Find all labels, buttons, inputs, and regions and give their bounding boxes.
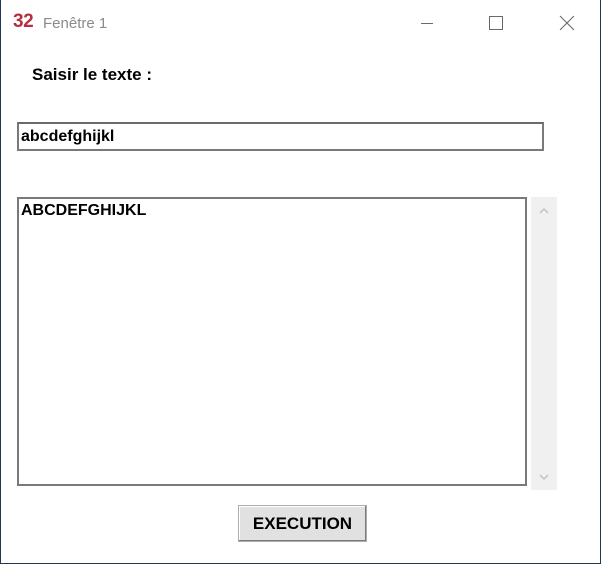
close-icon <box>559 15 575 31</box>
scroll-up-button[interactable] <box>531 199 557 221</box>
chevron-down-icon <box>539 474 549 481</box>
minimize-button[interactable] <box>404 0 450 46</box>
minimize-icon <box>421 23 433 24</box>
text-input[interactable] <box>17 122 544 151</box>
window-title: Fenêtre 1 <box>43 15 108 32</box>
chevron-up-icon <box>539 207 549 214</box>
vertical-scrollbar[interactable] <box>531 197 557 490</box>
title-bar[interactable]: 32 Fenêtre 1 <box>1 0 600 46</box>
output-area: ABCDEFGHIJKL <box>17 197 557 490</box>
input-label: Saisir le texte : <box>32 65 153 84</box>
close-button[interactable] <box>544 0 590 46</box>
maximize-button[interactable] <box>473 0 519 46</box>
app-window: 32 Fenêtre 1 Saisir le texte : ABCDEFGHI… <box>0 0 601 564</box>
app-badge-icon: 32 <box>13 11 34 32</box>
maximize-icon <box>489 16 503 30</box>
output-textarea[interactable]: ABCDEFGHIJKL <box>17 197 527 486</box>
scroll-down-button[interactable] <box>531 467 557 489</box>
execution-button[interactable]: EXECUTION <box>238 505 367 542</box>
